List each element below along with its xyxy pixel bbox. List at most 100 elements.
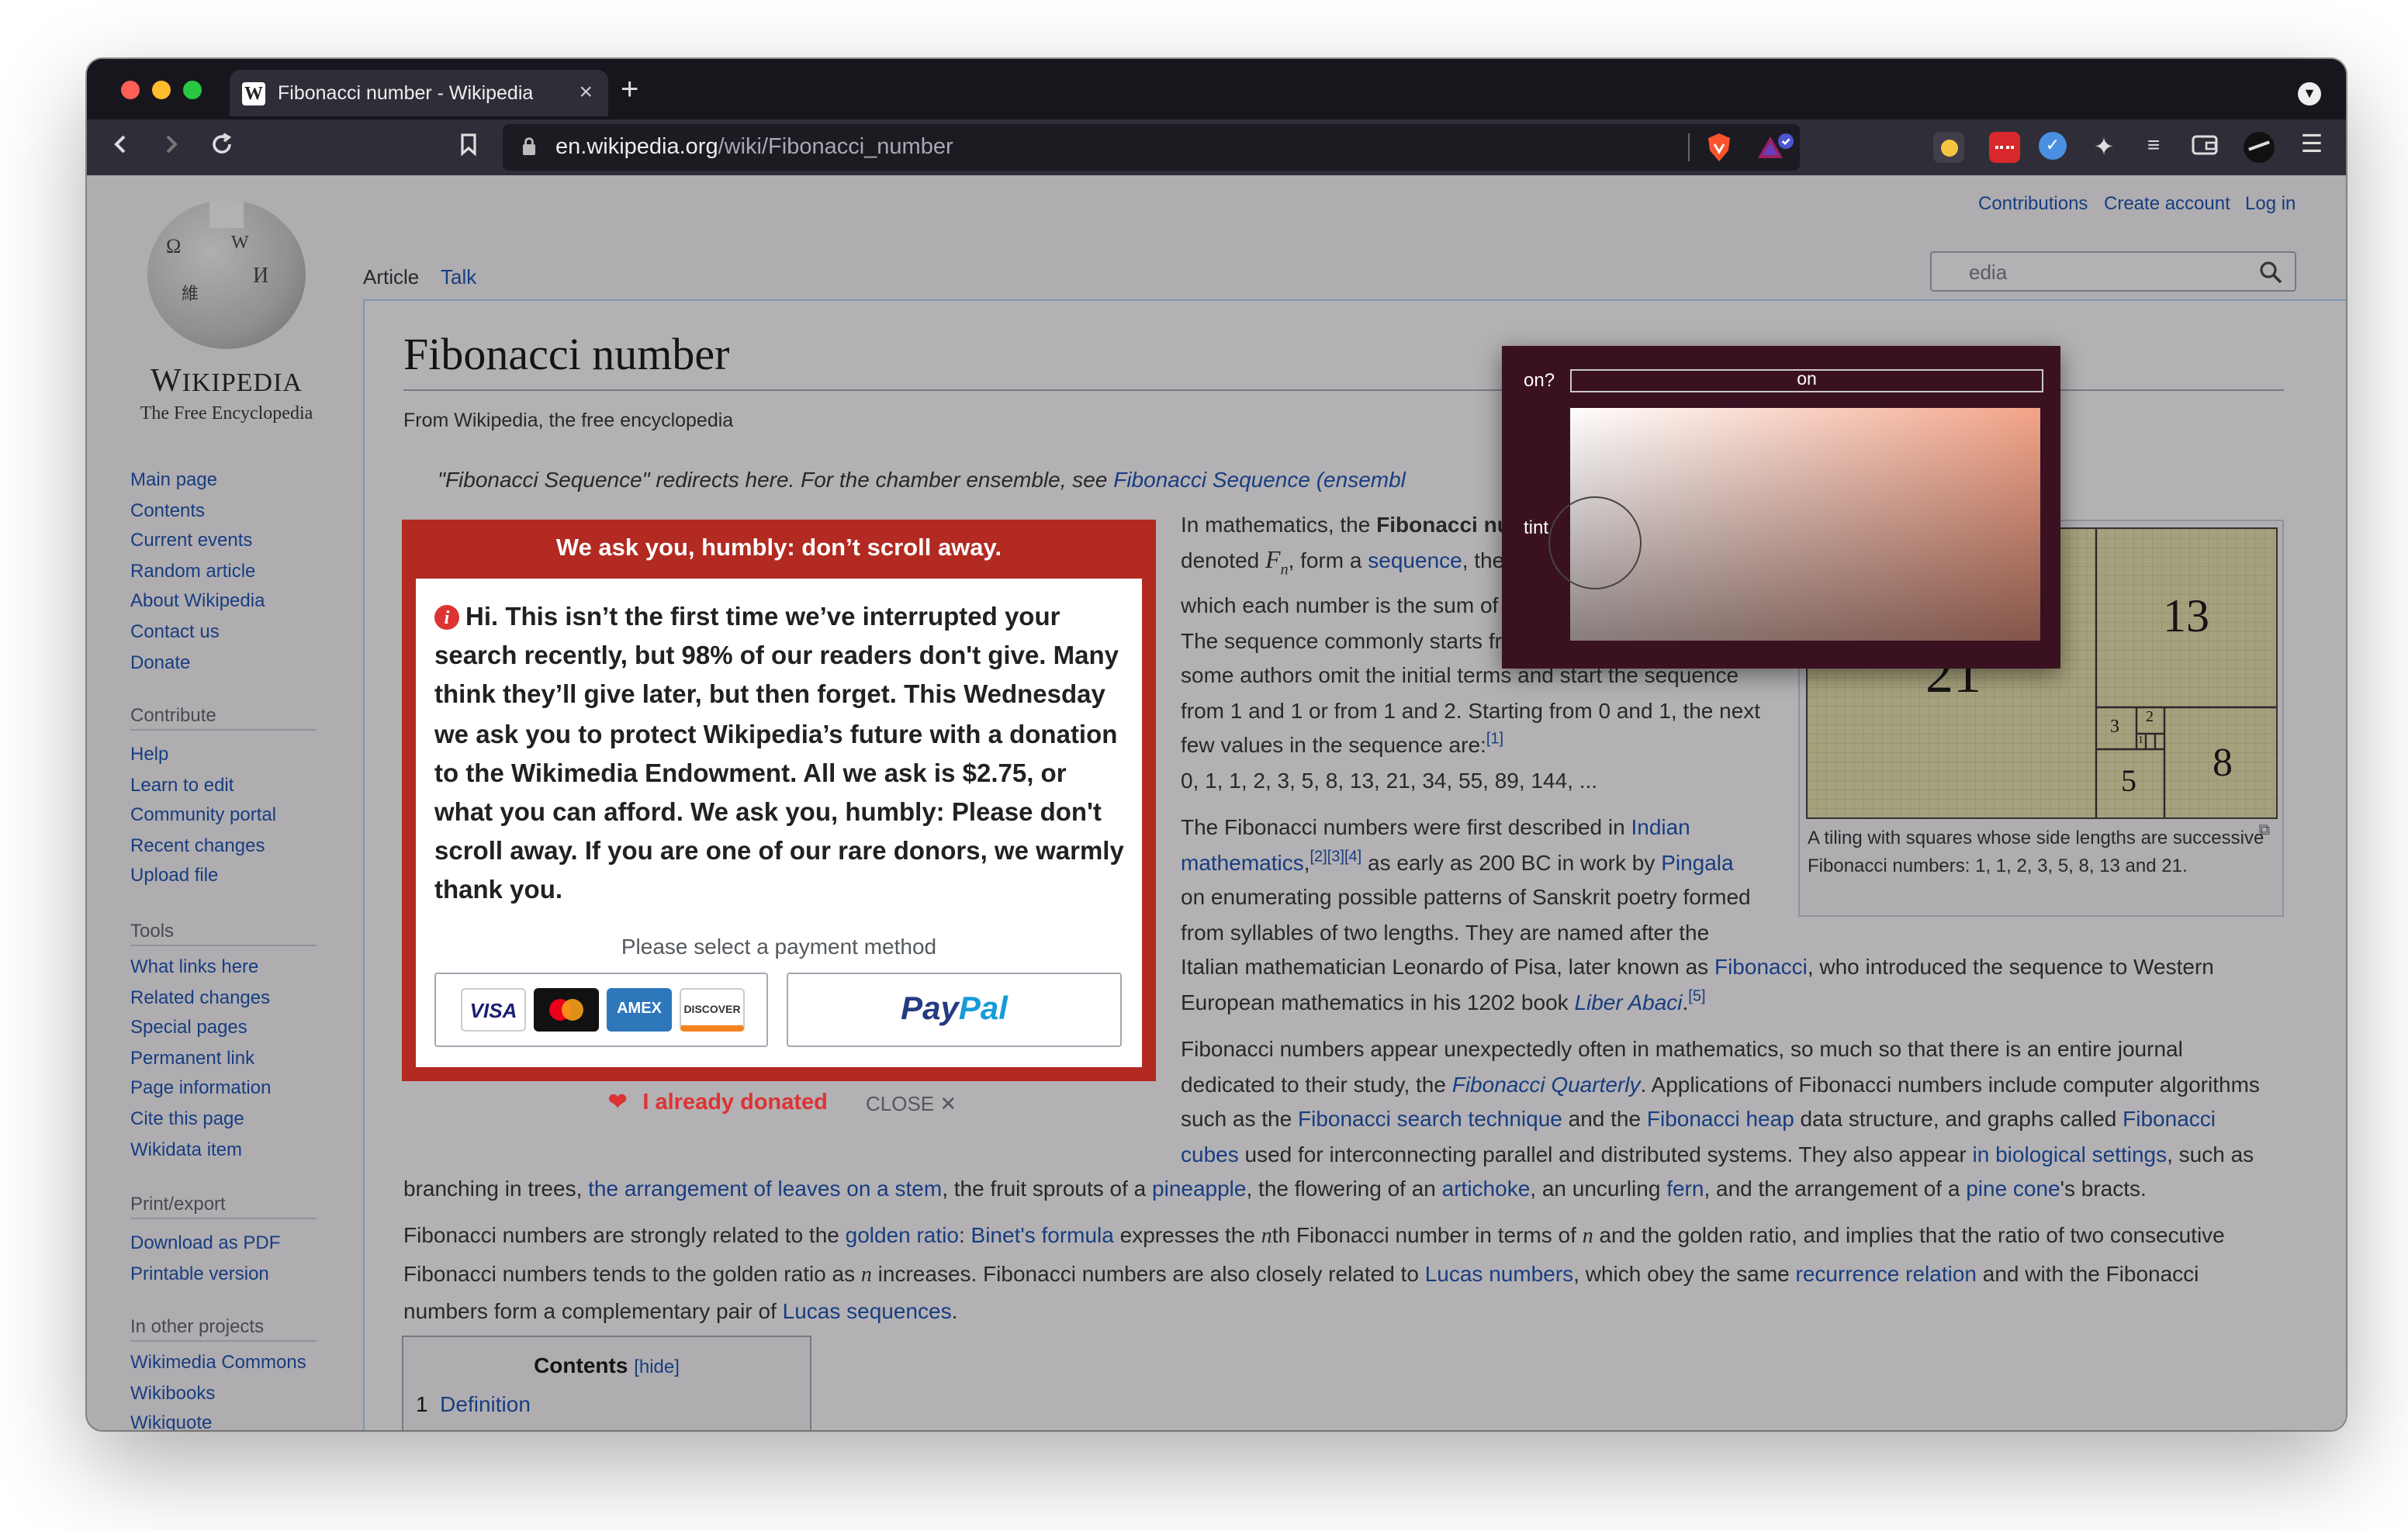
sidebar-link[interactable]: Community portal bbox=[130, 804, 276, 825]
link-artichoke[interactable]: artichoke bbox=[1442, 1176, 1531, 1201]
new-tab-plus-icon[interactable]: + bbox=[621, 74, 638, 105]
sidebar-link[interactable]: Download as PDF bbox=[130, 1232, 280, 1253]
toc-hide-link[interactable]: [hide] bbox=[634, 1356, 680, 1377]
link-quarterly[interactable]: Fibonacci Quarterly bbox=[1452, 1071, 1641, 1096]
reload-icon[interactable] bbox=[206, 132, 237, 164]
sidebar-link[interactable]: What links here bbox=[130, 956, 258, 977]
extension-blue-compass-icon[interactable]: ✓ bbox=[2039, 132, 2070, 163]
bookmark-icon[interactable] bbox=[453, 132, 484, 164]
sidebar-link[interactable]: Main page bbox=[130, 468, 217, 490]
sidebar-link[interactable]: About Wikipedia bbox=[130, 590, 265, 612]
extension-yellow-circle-icon[interactable] bbox=[1933, 132, 1964, 163]
link-phyllotaxis[interactable]: the arrangement of leaves on a stem bbox=[588, 1176, 942, 1201]
close-x-icon: ✕ bbox=[939, 1092, 957, 1115]
link-liber-abaci[interactable]: Liber Abaci bbox=[1574, 989, 1682, 1014]
link-sequence[interactable]: sequence bbox=[1368, 547, 1462, 572]
back-arrow-icon[interactable] bbox=[106, 132, 137, 164]
search-icon[interactable] bbox=[2259, 261, 2282, 284]
brave-shield-icon[interactable] bbox=[1705, 132, 1733, 163]
sequence-values: 0, 1, 1, 2, 3, 5, 8, 13, 21, 34, 55, 89,… bbox=[1181, 768, 1598, 793]
toc-item-definition[interactable]: 1 Definition bbox=[416, 1391, 531, 1416]
link-recurrence[interactable]: recurrence relation bbox=[1796, 1260, 1977, 1285]
tab-close-icon[interactable]: × bbox=[579, 79, 593, 105]
sidebar-link[interactable]: Wikibooks bbox=[130, 1381, 215, 1403]
sidebar-link[interactable]: Help bbox=[130, 743, 168, 765]
sidebar-link[interactable]: Random article bbox=[130, 560, 255, 582]
minimize-window-button[interactable] bbox=[152, 81, 171, 99]
paragraph-applications: Fibonacci numbers appear unexpectedly of… bbox=[1181, 1036, 2260, 1166]
sidebar-link[interactable]: Permanent link bbox=[130, 1047, 254, 1069]
close-window-button[interactable] bbox=[121, 81, 140, 99]
profile-avatar[interactable] bbox=[2244, 132, 2275, 163]
link-pineapple[interactable]: pineapple bbox=[1152, 1176, 1246, 1201]
wallet-icon[interactable] bbox=[2191, 132, 2222, 163]
tab-talk[interactable]: Talk bbox=[441, 265, 476, 289]
tab-list-chevron-icon[interactable]: ▼ bbox=[2298, 82, 2321, 105]
link-mathematics[interactable]: mathematics bbox=[1181, 849, 1304, 874]
forward-arrow-icon[interactable] bbox=[155, 132, 186, 164]
link-pine-cone[interactable]: pine cone bbox=[1966, 1176, 2060, 1201]
zoom-window-button[interactable] bbox=[183, 81, 202, 99]
on-toggle-input[interactable]: on bbox=[1570, 369, 2043, 392]
sidebar-link[interactable]: Related changes bbox=[130, 986, 270, 1007]
link-lucas-seq[interactable]: Lucas sequences bbox=[783, 1298, 952, 1323]
wordmark-initial: W bbox=[150, 361, 182, 399]
close-banner-button[interactable]: CLOSE ✕ bbox=[866, 1092, 957, 1117]
puzzle-extensions-icon[interactable]: ✦ bbox=[2088, 132, 2119, 163]
sidebar-link[interactable]: Wikidata item bbox=[130, 1138, 242, 1159]
already-donated-link[interactable]: ❤ I already donated bbox=[608, 1090, 828, 1115]
sidebar-link[interactable]: Donate bbox=[130, 651, 190, 672]
ref-1[interactable]: [1] bbox=[1486, 731, 1503, 748]
sidebar-link[interactable]: Wikimedia Commons bbox=[130, 1351, 306, 1373]
sidebar-link[interactable]: Page information bbox=[130, 1077, 271, 1099]
link-pingala[interactable]: Pingala bbox=[1661, 849, 1733, 874]
extension-red-icon[interactable] bbox=[1989, 132, 2020, 163]
sidebar-link[interactable]: Current events bbox=[130, 529, 252, 551]
label-1: 1 bbox=[2138, 734, 2143, 746]
ref-5[interactable]: [5] bbox=[1688, 988, 1705, 1005]
paragraph-golden: Fibonacci numbers are strongly related t… bbox=[403, 1222, 2225, 1323]
wikipedia-logo[interactable]: Ω W И 維 WIKIPEDIA The Free Encyclopedia bbox=[140, 200, 313, 423]
link-cubes[interactable]: Fibonacci bbox=[2123, 1106, 2216, 1131]
paypal-logo: Pay bbox=[901, 991, 959, 1027]
create-account-link[interactable]: Create account bbox=[2104, 192, 2230, 214]
sidebar-link[interactable]: Printable version bbox=[130, 1262, 269, 1284]
card-payment-button[interactable]: VISA AMEX DISCOVER bbox=[434, 973, 768, 1047]
sidebar-link[interactable]: Wikiquote bbox=[130, 1412, 212, 1430]
sidebar-link[interactable]: Learn to edit bbox=[130, 773, 234, 795]
picker-handle[interactable] bbox=[1548, 496, 1642, 589]
sidebar-link[interactable]: Recent changes bbox=[130, 835, 265, 856]
sidebar-link[interactable]: Cite this page bbox=[130, 1108, 244, 1129]
contributions-link[interactable]: Contributions bbox=[1978, 192, 2088, 214]
log-in-link[interactable]: Log in bbox=[2245, 192, 2296, 214]
brave-rewards-icon[interactable] bbox=[1756, 132, 1797, 163]
tint-color-picker[interactable] bbox=[1548, 408, 2040, 641]
link-search-technique[interactable]: Fibonacci search technique bbox=[1298, 1106, 1562, 1131]
sidebar-link[interactable]: Contact us bbox=[130, 620, 220, 642]
link-cubes-2[interactable]: cubes bbox=[1181, 1141, 1239, 1166]
link-indian[interactable]: Indian bbox=[1631, 814, 1690, 839]
hamburger-menu-icon[interactable]: ☰ bbox=[2296, 132, 2327, 163]
link-heap[interactable]: Fibonacci heap bbox=[1647, 1106, 1794, 1131]
search-input[interactable]: edia bbox=[1930, 251, 2296, 292]
tab-article[interactable]: Article bbox=[363, 265, 419, 289]
link-binet[interactable]: Binet's formula bbox=[971, 1222, 1114, 1247]
playlist-icon[interactable]: ≡ bbox=[2138, 132, 2169, 163]
address-bar[interactable]: en.wikipedia.org/wiki/Fibonacci_number bbox=[503, 124, 1800, 171]
refs-2-4[interactable]: [2][3][4] bbox=[1310, 848, 1362, 866]
sidebar-link[interactable]: Special pages bbox=[130, 1016, 247, 1038]
hatnote-link[interactable]: Fibonacci Sequence (ensembl bbox=[1113, 467, 1406, 492]
link-biological[interactable]: in biological settings bbox=[1973, 1141, 2168, 1166]
link-fern[interactable]: fern bbox=[1666, 1176, 1704, 1201]
browser-tab[interactable]: W Fibonacci number - Wikipedia × bbox=[230, 70, 608, 116]
label-8: 8 bbox=[2213, 740, 2233, 785]
paypal-button[interactable]: PayPal bbox=[787, 973, 1122, 1047]
link-lucas[interactable]: Lucas numbers bbox=[1425, 1260, 1573, 1285]
sidebar-divider bbox=[130, 945, 317, 946]
sidebar-link[interactable]: Upload file bbox=[130, 865, 218, 886]
url-host: en.wikipedia.org bbox=[555, 135, 718, 160]
link-fibonacci[interactable]: Fibonacci bbox=[1714, 954, 1808, 979]
sidebar-link[interactable]: Contents bbox=[130, 499, 205, 520]
link-golden-ratio[interactable]: golden ratio bbox=[846, 1222, 959, 1247]
tint-extension-popup: on? on tint bbox=[1502, 346, 2060, 669]
